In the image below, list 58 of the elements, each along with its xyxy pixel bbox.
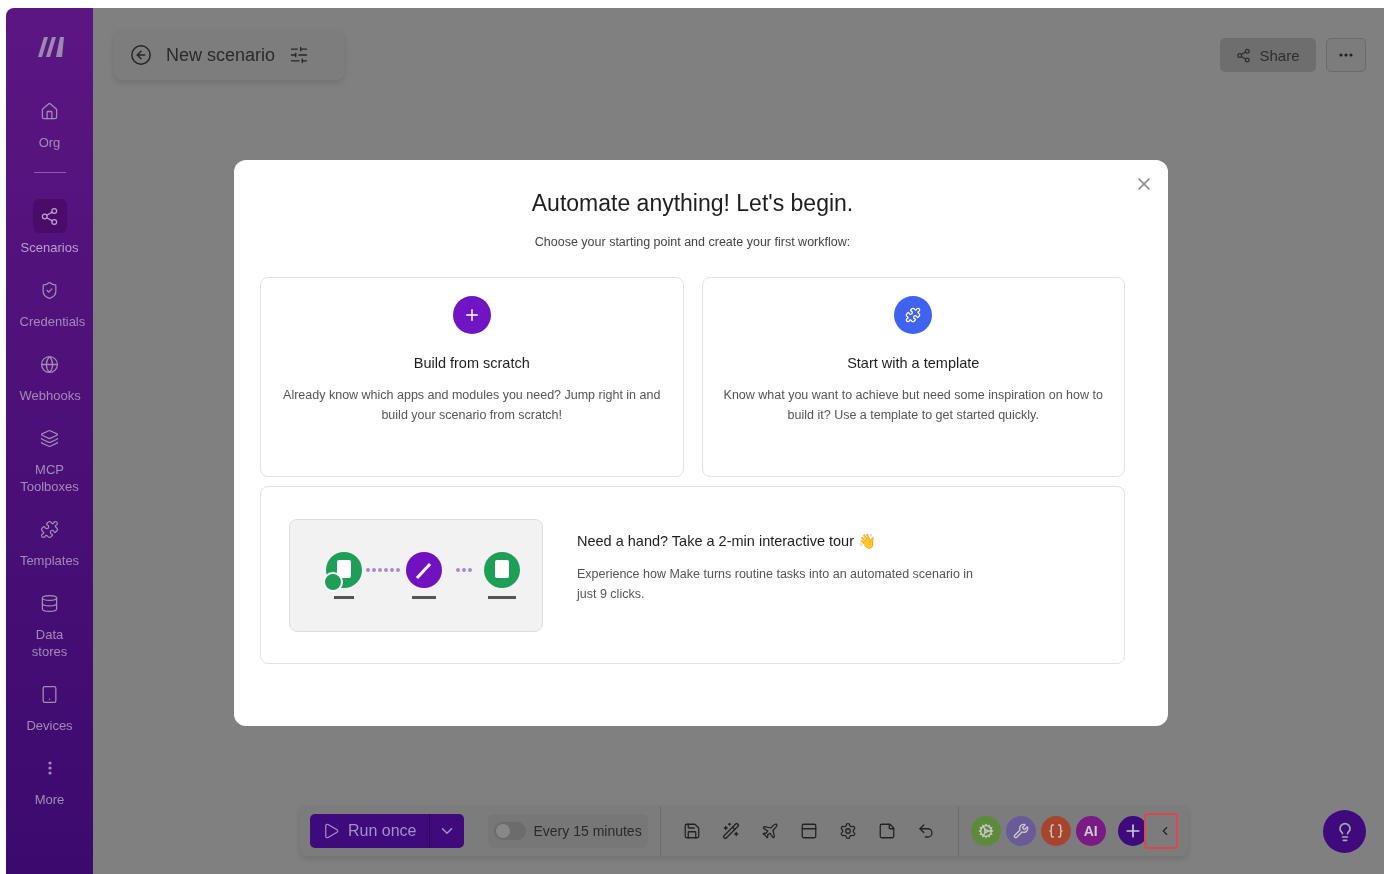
layout-icon: [800, 822, 819, 840]
schedule-toggle[interactable]: [493, 822, 526, 840]
sidebar-item[interactable]: Scenarios: [6, 199, 93, 256]
tablet-icon: [40, 684, 59, 704]
dialog-title: Automate anything! Let's begin.: [531, 190, 854, 217]
sidebar-item[interactable]: Credentials: [6, 273, 93, 330]
more-icon: [47, 761, 52, 775]
option-title: Build from scratch: [413, 355, 530, 371]
option-card[interactable]: Start with a template Know what you want to achieve but need some inspiration on how to build it? Use a template to get started quickly.: [701, 277, 1125, 477]
plus-icon: [452, 296, 491, 334]
app-button[interactable]: AI: [1075, 816, 1106, 846]
puzzle-icon: [40, 519, 59, 539]
sidebar-item[interactable]: Data stores: [6, 586, 93, 660]
plane-icon: [761, 822, 780, 840]
app-button[interactable]: [970, 816, 1001, 846]
brackets-icon: [1047, 823, 1064, 839]
sidebar-item[interactable]: Webhooks: [6, 347, 93, 404]
share-button[interactable]: Share: [1220, 38, 1316, 72]
settings-icon: [839, 822, 858, 840]
shield-icon: [40, 280, 59, 300]
home-icon: [40, 101, 59, 121]
scenario-title: New scenario: [166, 44, 276, 66]
more-icon: [1339, 53, 1353, 57]
option-description: Know what you want to achieve but need some inspiration on how to build it? Use a template to get started quickly.: [722, 387, 1104, 424]
option-description: Already know which apps and modules you need? Jump right in and build your scenario from scratch!: [282, 387, 662, 424]
run-options-button[interactable]: [428, 814, 464, 848]
globe-icon: [40, 354, 59, 374]
undo-icon: [917, 822, 936, 840]
gear-icon: [977, 823, 994, 839]
back-icon[interactable]: [130, 44, 152, 66]
option-title: Start with a template: [847, 355, 980, 371]
sidebar-item[interactable]: Templates: [6, 512, 93, 569]
hint-button[interactable]: [1323, 810, 1366, 853]
puzzle-icon: [894, 296, 933, 334]
save-icon: [683, 822, 702, 840]
note-icon: [878, 822, 897, 840]
tour-card[interactable]: Need a hand? Take a 2-min interactive tour 👋 Experience how Make turns routine tasks into an automated scenario in just 9 clicks.: [260, 486, 1125, 664]
tour-title: Need a hand? Take a 2-min interactive tour 👋: [577, 532, 878, 550]
sidebar-item[interactable]: Org: [6, 94, 93, 151]
database-icon: [40, 593, 59, 613]
sidebar-item[interactable]: Devices: [6, 677, 93, 734]
play-icon: [322, 822, 340, 840]
tour-description: Experience how Make turns routine tasks into an automated scenario in just 9 clicks.: [577, 565, 975, 603]
sliders-icon[interactable]: [289, 45, 310, 65]
sidebar-item[interactable]: More: [6, 751, 93, 808]
nodes-icon: [40, 206, 59, 226]
share-icon: [1236, 47, 1252, 63]
app-button[interactable]: [1040, 816, 1071, 846]
magic-wand-icon: [722, 822, 741, 840]
option-card[interactable]: Build from scratch Already know which apps and modules you need? Jump right in and build your scenario from scratch!: [260, 277, 684, 477]
app-button[interactable]: [1005, 816, 1036, 846]
layers-icon: [40, 428, 59, 448]
collapse-button[interactable]: [1143, 813, 1178, 849]
tools-icon: [1012, 823, 1029, 839]
sidebar-item[interactable]: MCP Toolboxes: [6, 421, 93, 495]
run-once-button[interactable]: Run once: [310, 814, 429, 848]
schedule-label: Every 15 minutes: [533, 823, 642, 839]
dialog-subtitle: Choose your starting point and create your first workflow:: [534, 235, 851, 249]
